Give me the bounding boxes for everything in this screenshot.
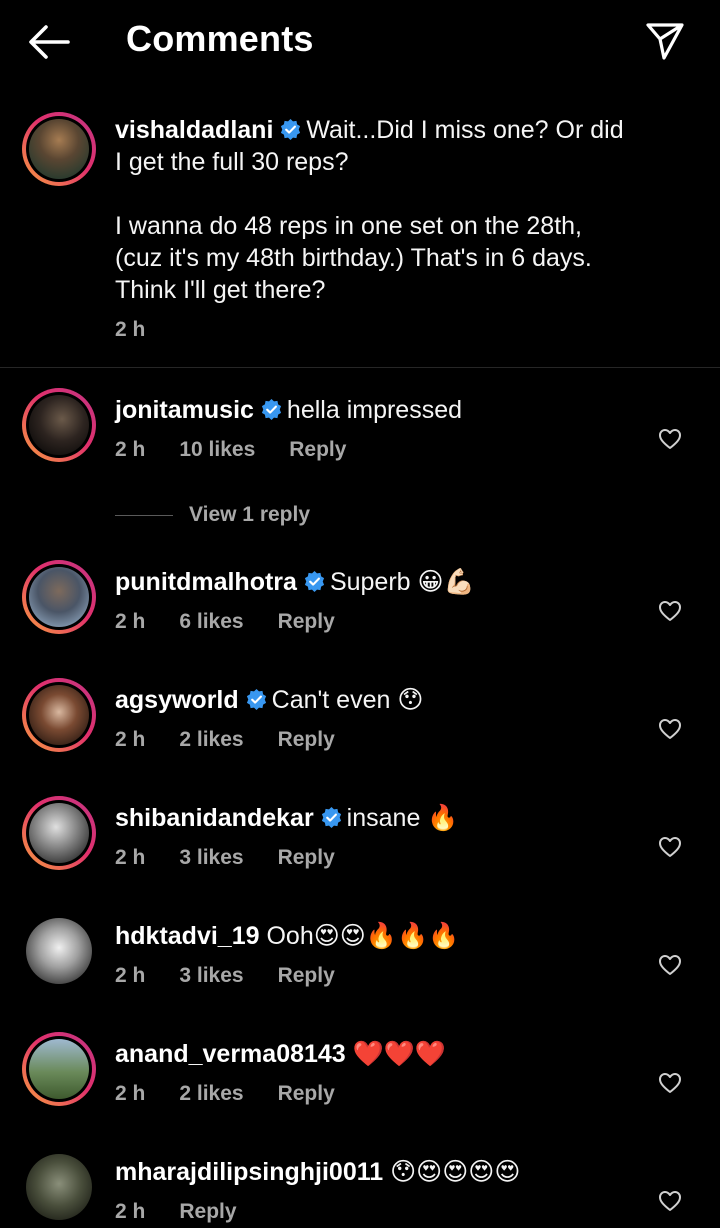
avatar[interactable] (22, 796, 96, 870)
heart-outline-icon[interactable] (658, 1072, 682, 1094)
comment-meta: 2 h 2 likes Reply (115, 1082, 369, 1106)
avatar[interactable] (26, 918, 92, 984)
verified-badge-icon (246, 688, 266, 711)
view-replies-button[interactable]: View 1 reply (115, 498, 310, 532)
likes-count[interactable]: 3 likes (179, 846, 243, 869)
likes-count[interactable]: 6 likes (179, 610, 243, 633)
heart-outline-icon[interactable] (658, 428, 682, 450)
reply-button[interactable]: Reply (179, 1200, 236, 1223)
timestamp: 2 h (115, 846, 146, 869)
avatar[interactable] (22, 560, 96, 634)
comment-text: anand_verma08143 ❤️❤️❤️ (115, 1040, 447, 1068)
heart-outline-icon[interactable] (658, 1190, 682, 1212)
top-bar: Comments (0, 0, 720, 84)
comment-meta: 2 h 3 likes Reply (115, 964, 369, 988)
heart-outline-icon[interactable] (658, 836, 682, 858)
caption-text: vishaldadlani Wait...Did I miss one? Or d… (115, 116, 624, 304)
arrow-left-icon[interactable] (26, 22, 72, 62)
comment-text: agsyworld Can't even 😯 (115, 686, 424, 714)
comment-meta: 2 h 6 likes Reply (115, 610, 369, 634)
timestamp: 2 h (115, 610, 146, 633)
caption-meta: 2 h (115, 318, 179, 342)
reply-button[interactable]: Reply (278, 964, 335, 987)
reply-button[interactable]: Reply (278, 728, 335, 751)
comment-meta: 2 h Reply (115, 1200, 271, 1224)
reply-button[interactable]: Reply (278, 846, 335, 869)
divider (115, 514, 173, 516)
list-item: mharajdilipsinghji0011 😯😍😍😍😍 2 h Reply (0, 1150, 720, 1228)
avatar[interactable] (26, 1154, 92, 1220)
list-item: punitdmalhotra Superb 😀💪🏻 2 h 6 likes Reply (0, 560, 720, 670)
username[interactable]: vishaldadlani (115, 116, 273, 144)
verified-badge-icon (261, 398, 282, 421)
verified-badge-icon (281, 118, 301, 141)
avatar[interactable] (22, 388, 96, 462)
list-item: jonitamusic hella impressed 2 h 10 likes Re… (0, 388, 720, 498)
username[interactable]: hdktadvi_19 (115, 922, 260, 950)
heart-outline-icon[interactable] (658, 718, 682, 740)
likes-count[interactable]: 2 likes (179, 1082, 243, 1105)
page-title: Comments (126, 18, 314, 59)
timestamp: 2 h (115, 1082, 146, 1105)
username[interactable]: punitdmalhotra (115, 568, 297, 596)
heart-outline-icon[interactable] (658, 600, 682, 622)
avatar[interactable] (22, 1032, 96, 1106)
username[interactable]: shibanidandekar (115, 804, 314, 832)
reply-button[interactable]: Reply (278, 1082, 335, 1105)
timestamp: 2 h (115, 438, 146, 461)
timestamp: 2 h (115, 1200, 146, 1223)
list-item: agsyworld Can't even 😯 2 h 2 likes Reply (0, 678, 720, 788)
verified-badge-icon (304, 570, 325, 593)
username[interactable]: jonitamusic (115, 396, 254, 424)
list-item: shibanidandekar insane 🔥 2 h 3 likes Reply (0, 796, 720, 906)
username[interactable]: anand_verma08143 (115, 1040, 346, 1068)
list-item: hdktadvi_19 Ooh😍😍🔥🔥🔥 2 h 3 likes Reply (0, 914, 720, 1024)
heart-outline-icon[interactable] (658, 954, 682, 976)
avatar[interactable] (22, 678, 96, 752)
reply-button[interactable]: Reply (278, 610, 335, 633)
likes-count[interactable]: 3 likes (179, 964, 243, 987)
comment-text: jonitamusic hella impressed (115, 396, 463, 424)
timestamp: 2 h (115, 728, 146, 751)
timestamp: 2 h (115, 964, 146, 987)
paper-plane-icon[interactable] (644, 20, 686, 62)
timestamp: 2 h (115, 318, 146, 341)
reply-button[interactable]: Reply (289, 438, 346, 461)
comment-meta: 2 h 10 likes Reply (115, 438, 380, 462)
verified-badge-icon (321, 806, 341, 829)
avatar[interactable] (22, 112, 96, 186)
username[interactable]: agsyworld (115, 686, 239, 714)
list-item: anand_verma08143 ❤️❤️❤️ 2 h 2 likes Reply (0, 1032, 720, 1142)
comment-text: hdktadvi_19 Ooh😍😍🔥🔥🔥 (115, 922, 460, 950)
comment-meta: 2 h 3 likes Reply (115, 846, 369, 870)
comment-meta: 2 h 2 likes Reply (115, 728, 369, 752)
comment-text: punitdmalhotra Superb 😀💪🏻 (115, 568, 475, 596)
comment-text: mharajdilipsinghji0011 😯😍😍😍😍 (115, 1158, 521, 1186)
likes-count[interactable]: 2 likes (179, 728, 243, 751)
comment-text: shibanidandekar insane 🔥 (115, 804, 459, 832)
post-caption: vishaldadlani Wait...Did I miss one? Or d… (0, 100, 720, 368)
username[interactable]: mharajdilipsinghji0011 (115, 1158, 383, 1186)
likes-count[interactable]: 10 likes (179, 438, 255, 461)
